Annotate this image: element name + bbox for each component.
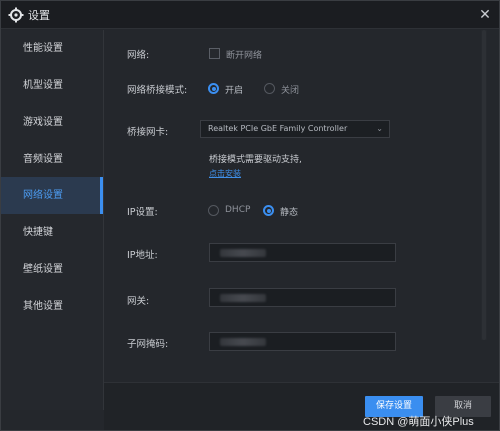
redacted-value (220, 294, 266, 302)
dhcp-label: DHCP (225, 205, 251, 215)
subnet-mask-label: 子网掩码: (127, 339, 169, 350)
close-icon[interactable]: ✕ (475, 5, 495, 25)
bridge-mode-label: 网络桥接模式: (127, 85, 188, 96)
driver-note: 桥接模式需要驱动支持, (209, 155, 302, 165)
ip-address-input[interactable] (209, 243, 396, 262)
sidebar-item-performance[interactable]: 性能设置 (1, 30, 103, 67)
sidebar-item-audio[interactable]: 音频设置 (1, 141, 103, 178)
bridge-off-radio[interactable] (264, 83, 275, 94)
dhcp-radio[interactable] (208, 205, 219, 216)
bridge-on-label: 开启 (225, 86, 244, 96)
scrollbar-thumb[interactable] (482, 30, 486, 340)
title-bar: 设置 ✕ (1, 1, 499, 29)
bridge-on-radio[interactable] (208, 83, 219, 94)
sidebar-item-device-model[interactable]: 机型设置 (1, 67, 103, 104)
disconnect-network-label: 断开网络 (226, 51, 263, 61)
content-scrollbar[interactable] (481, 30, 487, 340)
redacted-value (220, 338, 266, 346)
sidebar-item-wallpaper[interactable]: 壁纸设置 (1, 251, 103, 288)
settings-window: 设置 ✕ 性能设置 机型设置 游戏设置 音频设置 网络设置 快捷键 壁纸设置 其… (0, 0, 500, 431)
network-label: 网络: (127, 50, 150, 61)
ip-setting-label: IP设置: (127, 207, 158, 218)
chevron-down-icon: ⌄ (376, 124, 383, 133)
static-label: 静态 (280, 208, 299, 218)
watermark: CSDN @萌面小侠Plus (363, 416, 474, 428)
gateway-input[interactable] (209, 288, 396, 307)
bridge-off-label: 关闭 (281, 86, 300, 96)
subnet-mask-input[interactable] (209, 332, 396, 351)
bridge-nic-select[interactable]: Realtek PCIe GbE Family Controller ⌄ (200, 120, 390, 138)
gear-icon (8, 7, 24, 23)
sidebar: 性能设置 机型设置 游戏设置 音频设置 网络设置 快捷键 壁纸设置 其他设置 (1, 30, 104, 410)
redacted-value (220, 249, 266, 257)
window-title: 设置 (28, 9, 50, 22)
install-driver-link[interactable]: 点击安装 (209, 168, 241, 179)
sidebar-item-shortcuts[interactable]: 快捷键 (1, 214, 103, 251)
bridge-nic-label: 桥接网卡: (127, 127, 169, 138)
disconnect-network-checkbox[interactable] (209, 48, 220, 59)
bridge-nic-value: Realtek PCIe GbE Family Controller (208, 124, 348, 133)
sidebar-item-game[interactable]: 游戏设置 (1, 104, 103, 141)
ip-address-label: IP地址: (127, 250, 158, 261)
sidebar-item-network[interactable]: 网络设置 (1, 177, 103, 214)
sidebar-item-other[interactable]: 其他设置 (1, 288, 103, 325)
static-radio[interactable] (263, 205, 274, 216)
gateway-label: 网关: (127, 296, 150, 307)
